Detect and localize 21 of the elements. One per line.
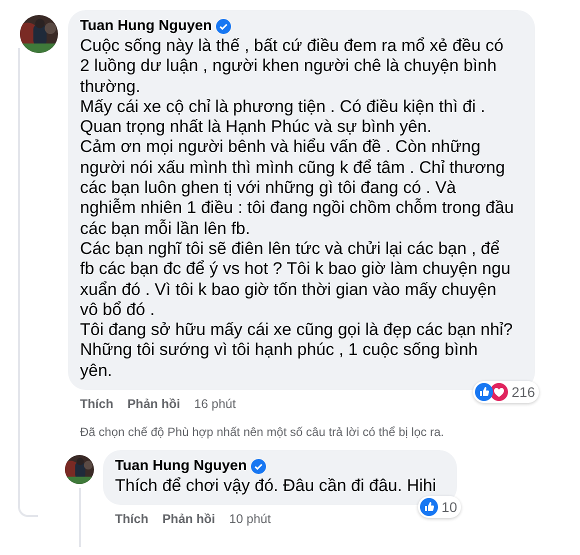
- comment-text: Cảm ơn mọi người bênh và hiểu vấn đề . Còn những người nói xấu mình thì mình cũng k để tâm . Chỉ thương các bạn luôn ghen tị với những gì tôi đang có . Và nghiễm nhiên 1 điều : tôi đang ngồi chồm chỗm trong đầu các bạn mỗi lần lên fb.: [80, 137, 515, 239]
- comment-text: Các bạn nghĩ tôi sẽ điên lên tức và chửi lại các bạn , để fb các bạn đc để ý vs hot ? Tôi k bao giờ làm chuyện ngu xuẩn đó . Vì tôi k bao giờ tốn thời gian vào mấy chuyện vô bổ đó .: [80, 238, 512, 320]
- reactions-badge[interactable]: 216: [472, 381, 539, 404]
- comment-text: Thích để chơi vậy đó. Đâu cần đi đâu. Hihi: [115, 476, 438, 496]
- action-link[interactable]: Thích: [115, 511, 148, 528]
- action-link[interactable]: Phản hồi: [127, 396, 180, 412]
- comment-text: Những tôi sướng vì tôi hạnh phúc , 1 cuộc sống bình yên.: [80, 340, 479, 382]
- author-name[interactable]: Tuan Hung Nguyen: [80, 17, 212, 36]
- action-link[interactable]: Thích: [80, 396, 114, 412]
- filter-notice: Đã chọn chế độ Phù hợp nhất nên một số câu trả lời có thể bị lọc ra.: [79, 424, 445, 440]
- thumbs-up-icon: [474, 383, 493, 402]
- author-name[interactable]: Tuan Hung Nguyen: [115, 457, 247, 476]
- thumbs-up-icon: [420, 498, 438, 516]
- comment-text: Tôi đang sở hữu mấy cái xe cũng gọi là đẹp các bạn nhỉ?: [80, 320, 514, 340]
- comment-text: Cuộc sống này là thế , bất cứ điều đem ra mổ xẻ đều có 2 luồng dư luận , người khen người chê là chuyện bình thường.: [80, 36, 504, 97]
- comment-text: Mấy cái xe cộ chỉ là phương tiện . Có điều kiện thì đi .: [80, 96, 486, 118]
- action-link[interactable]: Phản hồi: [162, 511, 216, 528]
- reactions-badge[interactable]: 10: [418, 496, 462, 518]
- comment-text: Quan trọng nhất là Hạnh Phúc và sự bình yên.: [80, 117, 433, 138]
- timestamp[interactable]: 16 phút: [194, 396, 236, 412]
- timestamp[interactable]: 10 phút: [229, 511, 271, 528]
